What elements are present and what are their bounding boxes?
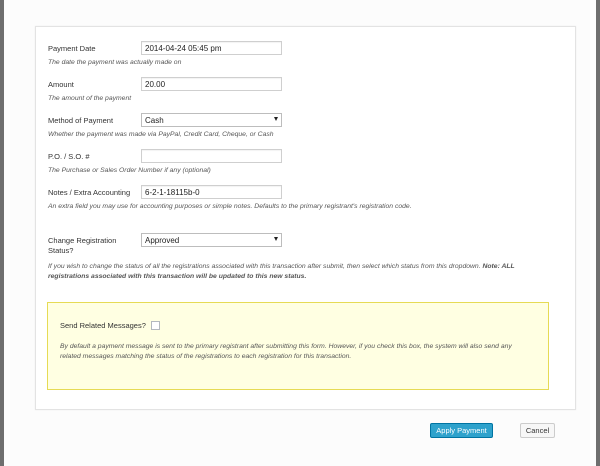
status-description-text: If you wish to change the status of all … bbox=[48, 263, 481, 270]
status-label-line1: Change Registration bbox=[48, 236, 117, 245]
related-messages-checkbox[interactable] bbox=[151, 321, 160, 330]
amount-description: The amount of the payment bbox=[48, 95, 132, 102]
related-messages-description-line2: related messages matching the status of … bbox=[60, 353, 352, 360]
status-description-line1: If you wish to change the status of all … bbox=[48, 262, 515, 272]
method-description: Whether the payment was made via PayPal,… bbox=[48, 131, 274, 138]
status-description-line2: registrations associated with this trans… bbox=[48, 272, 306, 282]
amount-input[interactable]: 20.00 bbox=[141, 77, 282, 91]
payment-modal bbox=[4, 0, 596, 466]
method-label: Method of Payment bbox=[48, 116, 114, 125]
notes-input[interactable]: 6-2-1-18115b-0 bbox=[141, 185, 282, 199]
method-select-value: Cash bbox=[145, 116, 164, 125]
notes-label: Notes / Extra Accounting bbox=[48, 188, 131, 197]
status-select-value: Approved bbox=[145, 236, 180, 245]
notes-description: An extra field you may use for accountin… bbox=[48, 203, 412, 210]
status-select[interactable]: Approved bbox=[141, 233, 282, 247]
po-label: P.O. / S.O. # bbox=[48, 152, 90, 161]
method-select[interactable]: Cash bbox=[141, 113, 282, 127]
status-description-note-cont: registrations associated with this trans… bbox=[48, 273, 307, 280]
chevron-down-icon bbox=[274, 237, 278, 241]
apply-payment-button[interactable]: Apply Payment bbox=[430, 423, 493, 438]
payment-date-description: The date the payment was actually made o… bbox=[48, 59, 182, 66]
status-label: Change Registration Status? bbox=[48, 236, 116, 256]
cancel-button[interactable]: Cancel bbox=[520, 423, 555, 438]
po-input[interactable] bbox=[141, 149, 282, 163]
status-description-note: Note: ALL bbox=[482, 263, 515, 270]
amount-label: Amount bbox=[48, 80, 74, 89]
related-messages-label: Send Related Messages? bbox=[60, 321, 146, 330]
payment-date-label: Payment Date bbox=[48, 44, 96, 53]
payment-date-input[interactable]: 2014-04-24 05:45 pm bbox=[141, 41, 282, 55]
related-messages-description-line1: By default a payment message is sent to … bbox=[60, 343, 512, 350]
chevron-down-icon bbox=[274, 117, 278, 121]
status-label-line2: Status? bbox=[48, 246, 74, 255]
po-description: The Purchase or Sales Order Number if an… bbox=[48, 167, 211, 174]
